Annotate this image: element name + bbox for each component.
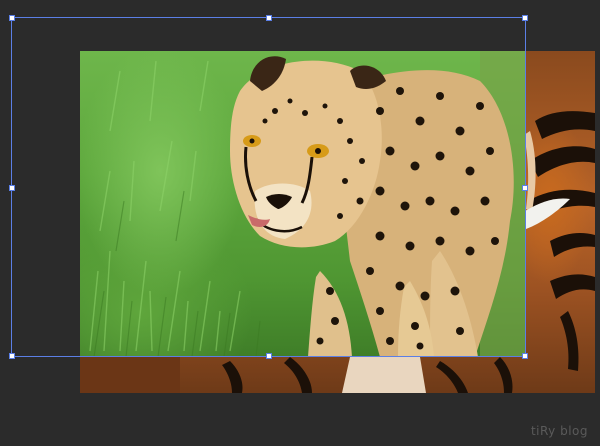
- resize-handle-bottom-left[interactable]: [9, 353, 15, 359]
- watermark-text: tiRy blog: [530, 424, 588, 438]
- resize-handle-middle-left[interactable]: [9, 185, 15, 191]
- resize-handle-bottom-right[interactable]: [522, 353, 528, 359]
- resize-handle-top-left[interactable]: [9, 15, 15, 21]
- design-canvas[interactable]: tiRy blog: [0, 0, 600, 446]
- resize-handle-bottom-center[interactable]: [266, 353, 272, 359]
- resize-handle-middle-right[interactable]: [522, 185, 528, 191]
- resize-handle-top-center[interactable]: [266, 15, 272, 21]
- selection-frame[interactable]: [9, 15, 528, 359]
- resize-handle-top-right[interactable]: [522, 15, 528, 21]
